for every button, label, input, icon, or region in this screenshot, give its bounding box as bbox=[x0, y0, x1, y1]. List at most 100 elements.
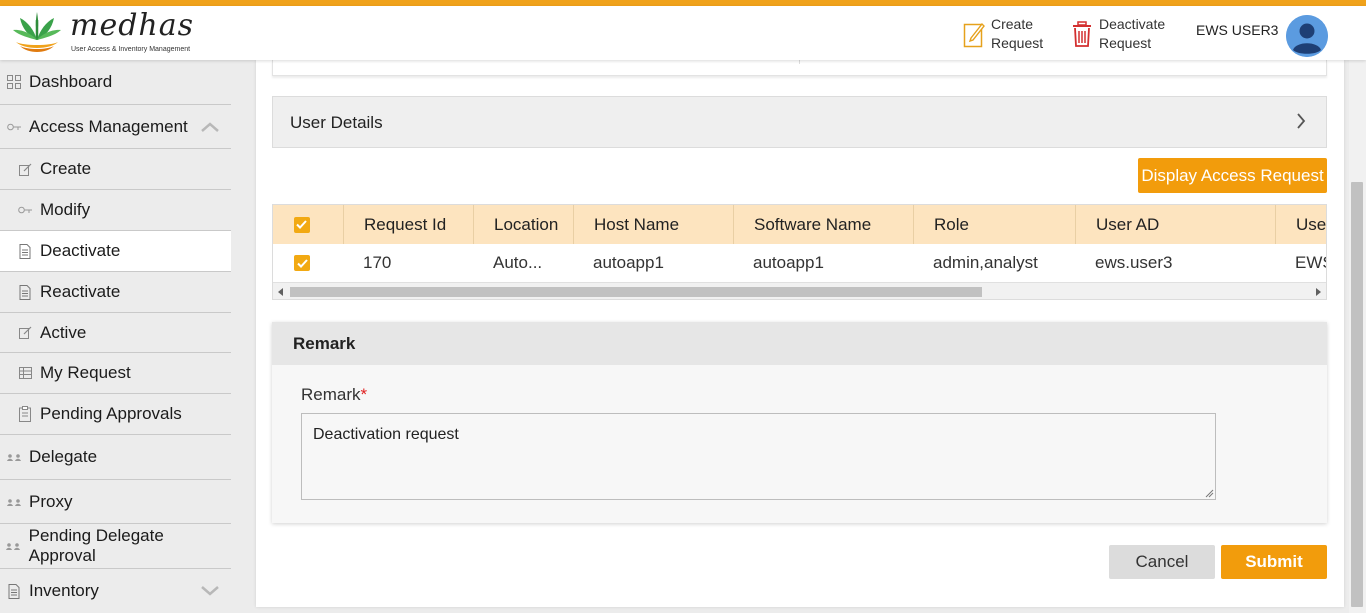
access-request-table: Request Id Location Host Name Software N… bbox=[272, 204, 1327, 300]
sidebar-item-label: Deactivate bbox=[40, 241, 121, 260]
delegate-icon bbox=[4, 498, 24, 506]
sidebar-item-label: Dashboard bbox=[29, 72, 113, 91]
select-all-checkbox[interactable] bbox=[293, 216, 310, 233]
header-request-id[interactable]: Request Id bbox=[344, 205, 474, 244]
remark-card-header: Remark bbox=[272, 322, 1327, 365]
scrollbar-thumb[interactable] bbox=[1351, 182, 1363, 607]
header-select-cell bbox=[273, 205, 344, 244]
checkmark-icon bbox=[296, 258, 308, 268]
checkmark-icon bbox=[296, 220, 307, 229]
cell-host-name: autoapp1 bbox=[593, 253, 664, 272]
clipboard-icon bbox=[15, 406, 35, 422]
sidebar-item-pending-delegate-approval[interactable]: Pending Delegate Approval bbox=[0, 524, 231, 569]
chevron-up-icon[interactable] bbox=[201, 117, 219, 137]
sidebar-item-dashboard[interactable]: Dashboard bbox=[0, 60, 231, 105]
cell-role: admin,analyst bbox=[933, 253, 1038, 272]
deactivate-request-label: Deactivate Request bbox=[1099, 16, 1166, 51]
sidebar-item-label: Delegate bbox=[29, 447, 98, 466]
edit-note-icon bbox=[963, 22, 985, 48]
sidebar-item-modify[interactable]: Modify bbox=[0, 190, 231, 231]
chevron-down-icon[interactable] bbox=[201, 581, 219, 601]
sidebar-item-label: Create bbox=[40, 159, 92, 178]
sidebar-item-label: Modify bbox=[40, 200, 91, 219]
remark-textarea[interactable]: Deactivation request bbox=[301, 413, 1216, 500]
table-header: Request Id Location Host Name Software N… bbox=[273, 205, 1326, 244]
cell-user-ad: ews.user3 bbox=[1095, 253, 1173, 272]
previous-card-edge bbox=[272, 60, 1327, 76]
user-details-title: User Details bbox=[290, 113, 383, 132]
sidebar-item-deactivate[interactable]: Deactivate bbox=[0, 231, 231, 272]
leaf-logo-icon bbox=[13, 12, 61, 52]
key-icon bbox=[15, 205, 35, 215]
resize-grip-icon[interactable] bbox=[1205, 489, 1214, 498]
sidebar-item-label: Inventory bbox=[29, 581, 99, 600]
delegate-icon bbox=[4, 542, 24, 550]
avatar[interactable] bbox=[1286, 15, 1328, 57]
trash-icon bbox=[1073, 21, 1091, 47]
key-icon bbox=[4, 122, 24, 132]
logo-tagline: User Access & Inventory Management bbox=[71, 46, 191, 53]
remark-section-title: Remark bbox=[293, 334, 356, 353]
remark-label: Remark* bbox=[301, 385, 368, 404]
header-user[interactable]: Use bbox=[1276, 205, 1326, 244]
main-panel: User Details Display Access Request Requ… bbox=[256, 60, 1344, 607]
cell-request-id: 170 bbox=[363, 253, 392, 272]
create-request-label: Create Request bbox=[991, 16, 1044, 51]
sidebar-item-my-request[interactable]: My Request bbox=[0, 353, 231, 394]
app-logo[interactable]: medhas User Access & Inventory Managemen… bbox=[10, 8, 193, 58]
sidebar-item-proxy[interactable]: Proxy bbox=[0, 480, 231, 524]
user-details-accordion[interactable]: User Details bbox=[272, 96, 1327, 148]
sidebar-item-label: Pending Delegate Approval bbox=[28, 526, 164, 565]
display-access-request-button[interactable]: Display Access Request bbox=[1138, 158, 1327, 193]
header-user-ad[interactable]: User AD bbox=[1076, 205, 1276, 244]
header-software-name[interactable]: Software Name bbox=[734, 205, 914, 244]
header-role[interactable]: Role bbox=[914, 205, 1076, 244]
sidebar-item-label: Access Management bbox=[29, 116, 188, 136]
scroll-right-icon[interactable] bbox=[1316, 288, 1321, 296]
cancel-button[interactable]: Cancel bbox=[1109, 545, 1215, 579]
page-vertical-scrollbar[interactable] bbox=[1349, 60, 1366, 613]
submit-button[interactable]: Submit bbox=[1221, 545, 1327, 579]
document-icon bbox=[4, 583, 24, 599]
sidebar-item-delegate[interactable]: Delegate bbox=[0, 435, 231, 480]
required-asterisk: * bbox=[360, 385, 368, 404]
table-horizontal-scrollbar[interactable] bbox=[273, 282, 1326, 299]
cell-user: EWS bbox=[1295, 253, 1326, 272]
delegate-icon bbox=[4, 453, 24, 461]
table-row[interactable]: 170 Auto... autoapp1 autoapp1 admin,anal… bbox=[273, 244, 1326, 282]
grid-icon bbox=[4, 75, 24, 89]
header-host-name[interactable]: Host Name bbox=[574, 205, 734, 244]
sidebar-item-pending-approvals[interactable]: Pending Approvals bbox=[0, 394, 231, 435]
sidebar-item-access-management[interactable]: Access Management bbox=[0, 105, 231, 149]
row-select-cell bbox=[273, 244, 344, 282]
document-icon bbox=[15, 284, 35, 300]
deactivate-request-button[interactable]: Deactivate Request bbox=[1071, 14, 1169, 54]
user-avatar-icon bbox=[1286, 15, 1328, 57]
header-location[interactable]: Location bbox=[474, 205, 574, 244]
scroll-left-icon[interactable] bbox=[278, 288, 283, 296]
sidebar-item-label: Pending Approvals bbox=[40, 404, 182, 423]
table-icon bbox=[15, 367, 35, 379]
sidebar-item-inventory[interactable]: Inventory bbox=[0, 569, 231, 613]
user-name[interactable]: EWS USER3 bbox=[1196, 22, 1278, 38]
sidebar-item-reactivate[interactable]: Reactivate bbox=[0, 272, 231, 313]
sidebar-item-label: Proxy bbox=[29, 491, 73, 511]
sidebar-item-label: My Request bbox=[40, 363, 131, 382]
edit-icon bbox=[15, 163, 35, 176]
row-checkbox[interactable] bbox=[294, 255, 310, 271]
sidebar-item-label: Active bbox=[40, 322, 87, 342]
sidebar: Dashboard Access Management Create Modif… bbox=[0, 60, 232, 613]
cell-location: Auto... bbox=[493, 253, 543, 272]
logo-wordmark: medhas bbox=[70, 8, 195, 43]
remark-card: Remark Remark* Deactivation request bbox=[272, 322, 1327, 523]
sidebar-item-create[interactable]: Create bbox=[0, 149, 231, 190]
edit-icon bbox=[15, 326, 35, 339]
document-icon bbox=[15, 243, 35, 259]
sidebar-item-label: Reactivate bbox=[40, 282, 121, 301]
create-request-button[interactable]: Create Request bbox=[963, 14, 1061, 54]
sidebar-item-active[interactable]: Active bbox=[0, 313, 231, 353]
chevron-right-icon bbox=[1296, 113, 1306, 134]
app-header: medhas User Access & Inventory Managemen… bbox=[0, 6, 1366, 60]
scrollbar-thumb[interactable] bbox=[290, 287, 982, 297]
cell-software-name: autoapp1 bbox=[753, 253, 824, 272]
